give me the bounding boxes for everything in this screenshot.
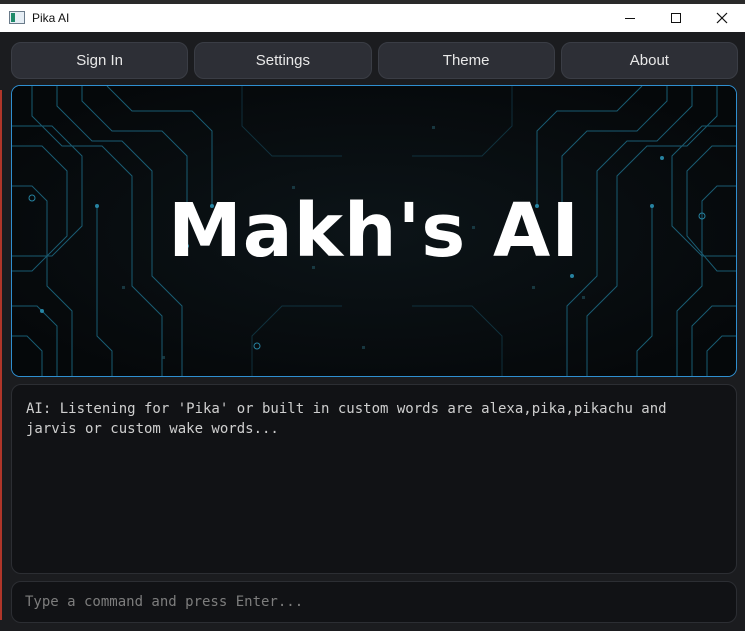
banner-title: Makh's AI [168,188,580,274]
window-titlebar[interactable]: Pika AI [0,4,745,32]
maximize-icon [671,13,681,23]
app-client-area: Sign In Settings Theme About Makh's AI A… [0,32,745,631]
close-icon [716,12,728,24]
app-icon [9,11,25,24]
window-title: Pika AI [32,11,70,25]
sign-in-button[interactable]: Sign In [11,42,189,79]
command-input[interactable] [12,582,736,622]
command-box [11,581,737,623]
top-nav: Sign In Settings Theme About [11,42,738,79]
about-button[interactable]: About [560,42,738,79]
output-log[interactable]: AI: Listening for 'Pika' or built in cus… [11,384,737,574]
background-window-edge [0,90,2,620]
maximize-button[interactable] [653,4,699,32]
settings-button[interactable]: Settings [194,42,372,79]
hero-banner: Makh's AI [11,85,737,377]
minimize-button[interactable] [607,4,653,32]
minimize-icon [625,17,635,19]
log-text: AI: Listening for 'Pika' or built in cus… [26,401,667,437]
theme-button[interactable]: Theme [377,42,555,79]
close-button[interactable] [699,4,745,32]
